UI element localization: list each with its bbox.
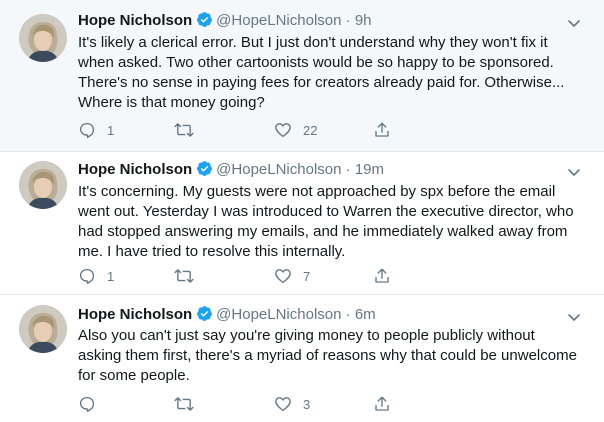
tweet-text-line: had stopped answering my emails, and he …: [78, 223, 568, 240]
tweet-text: It's likely a clerical error. But I just…: [78, 33, 588, 113]
share-button[interactable]: [373, 266, 391, 286]
separator-dot: ·: [345, 161, 351, 178]
author-handle[interactable]: @HopeLNicholson: [216, 306, 341, 323]
tweet-text-line: asking them first, there's a myriad of r…: [78, 347, 577, 364]
tweet-text-line: There's no sense in paying fees for crea…: [78, 74, 565, 91]
reply-icon: [79, 122, 95, 139]
avatar[interactable]: [19, 14, 67, 62]
author-name[interactable]: Hope Nicholson: [78, 12, 192, 29]
retweet-icon: [174, 397, 194, 411]
retweet-button[interactable]: [174, 266, 205, 286]
share-icon: [375, 122, 389, 137]
separator-dot: ·: [345, 12, 351, 29]
reply-button[interactable]: [78, 394, 107, 414]
retweet-icon: [174, 123, 194, 137]
tweet-header: Hope Nicholson @HopeLNicholson · 19m: [78, 160, 580, 180]
retweet-button[interactable]: [174, 120, 205, 140]
tweet-text: Also you can't just say you're giving mo…: [78, 326, 588, 386]
tweet-thread: Hope Nicholson @HopeLNicholson · 9h It's …: [0, 0, 604, 422]
reply-button[interactable]: 1: [78, 120, 114, 140]
like-button[interactable]: 22: [274, 120, 317, 140]
avatar[interactable]: [19, 305, 67, 353]
separator-dot: ·: [345, 306, 351, 323]
tweet[interactable]: Hope Nicholson @HopeLNicholson · 6m Also …: [0, 295, 604, 422]
verified-badge-icon: [197, 306, 213, 321]
tweet[interactable]: Hope Nicholson @HopeLNicholson · 9h It's …: [0, 0, 604, 152]
reply-button[interactable]: 1: [78, 266, 114, 286]
tweet-text-line: Also you can't just say you're giving mo…: [78, 327, 535, 344]
tweet-actions: 1 22: [78, 120, 498, 140]
like-count: 7: [303, 268, 311, 284]
share-icon: [375, 268, 389, 283]
reply-icon: [79, 268, 95, 285]
reply-icon: [79, 396, 95, 413]
reply-count: 1: [107, 122, 115, 138]
heart-icon: [275, 269, 291, 284]
tweet-text: It's concerning. My guests were not appr…: [78, 182, 588, 262]
like-count: 3: [303, 396, 311, 412]
retweet-button[interactable]: [174, 394, 205, 414]
author-handle[interactable]: @HopeLNicholson: [216, 12, 341, 29]
verified-badge-icon: [197, 161, 213, 176]
timestamp[interactable]: 9h: [355, 12, 372, 29]
like-button[interactable]: 3: [274, 394, 310, 414]
verified-badge-icon: [197, 12, 213, 27]
like-count: 22: [303, 122, 318, 138]
chevron-down-icon[interactable]: [566, 309, 582, 325]
heart-icon: [275, 123, 291, 138]
tweet-text-line: It's concerning. My guests were not appr…: [78, 183, 556, 200]
avatar[interactable]: [19, 161, 67, 209]
author-handle[interactable]: @HopeLNicholson: [216, 161, 341, 178]
tweet[interactable]: Hope Nicholson @HopeLNicholson · 19m It's…: [0, 152, 604, 295]
tweet-text-line: me. I have tried to resolve this interna…: [78, 243, 346, 260]
reply-count: 1: [107, 268, 115, 284]
timestamp[interactable]: 19m: [355, 161, 384, 178]
tweet-actions: 3: [78, 394, 498, 414]
tweet-actions: 1 7: [78, 266, 498, 286]
author-name[interactable]: Hope Nicholson: [78, 161, 192, 178]
share-button[interactable]: [373, 394, 391, 414]
author-name[interactable]: Hope Nicholson: [78, 306, 192, 323]
timestamp[interactable]: 6m: [355, 306, 376, 323]
tweet-text-line: It's likely a clerical error. But I just…: [78, 34, 548, 51]
tweet-header: Hope Nicholson @HopeLNicholson · 9h: [78, 11, 580, 31]
chevron-down-icon[interactable]: [566, 15, 582, 31]
like-button[interactable]: 7: [274, 266, 310, 286]
share-button[interactable]: [373, 120, 391, 140]
tweet-text-line: for some people.: [78, 367, 190, 384]
share-icon: [375, 396, 389, 411]
tweet-header: Hope Nicholson @HopeLNicholson · 6m: [78, 305, 580, 325]
tweet-text-line: Where is that money going?: [78, 94, 265, 111]
tweet-text-line: when asked. Two other cartoonists would …: [78, 54, 554, 71]
chevron-down-icon[interactable]: [566, 164, 582, 180]
retweet-icon: [174, 269, 194, 283]
tweet-text-line: went out. Yesterday I was introduced to …: [78, 203, 574, 220]
heart-icon: [275, 397, 291, 412]
